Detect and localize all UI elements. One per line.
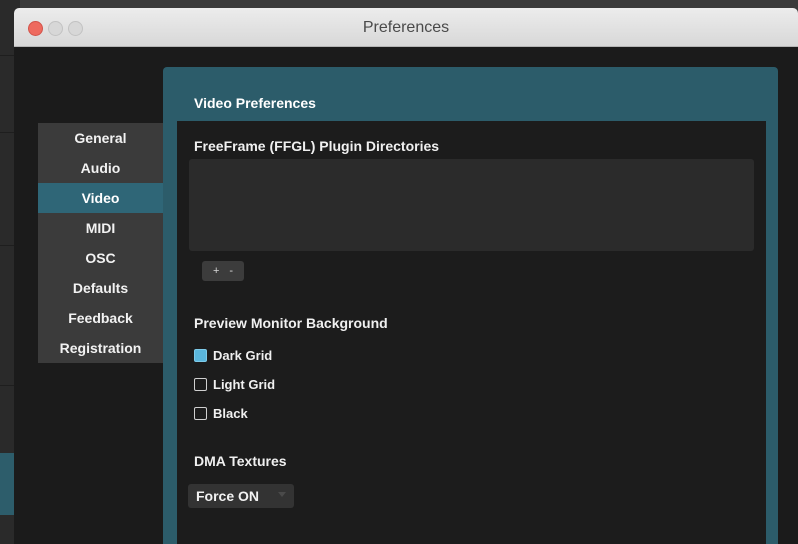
add-directory-button[interactable]: + [213, 265, 219, 277]
panel-title: Video Preferences [194, 95, 316, 111]
plugin-directories-list[interactable] [189, 159, 754, 251]
dark-grid-option[interactable]: Dark Grid [194, 346, 272, 364]
sidebar-item-registration[interactable]: Registration [38, 333, 163, 363]
black-label: Black [213, 405, 248, 421]
title-bar: Preferences [14, 8, 798, 47]
dark-grid-checkbox[interactable] [194, 348, 207, 362]
sidebar-item-general[interactable]: General [38, 123, 163, 153]
light-grid-label: Light Grid [213, 376, 276, 392]
video-preferences-panel: Video Preferences FreeFrame (FFGL) Plugi… [163, 67, 778, 544]
background-teal-block [0, 453, 14, 515]
light-grid-checkbox[interactable] [194, 377, 207, 391]
preview-background-label: Preview Monitor Background [194, 315, 388, 331]
preferences-window: Preferences General Audio Video MIDI OSC… [14, 8, 798, 544]
black-option[interactable]: Black [194, 404, 248, 422]
dma-textures-dropdown[interactable]: Force ON [188, 484, 294, 508]
dark-grid-label: Dark Grid [213, 347, 273, 363]
black-checkbox[interactable] [194, 406, 207, 420]
sidebar-item-feedback[interactable]: Feedback [38, 303, 163, 333]
window-title: Preferences [362, 19, 450, 36]
add-remove-control: + - [202, 261, 244, 281]
sidebar-item-midi[interactable]: MIDI [38, 213, 163, 243]
sidebar-item-audio[interactable]: Audio [38, 153, 163, 183]
sidebar-item-osc[interactable]: OSC [38, 243, 163, 273]
sidebar-item-defaults[interactable]: Defaults [38, 273, 163, 303]
chevron-down-icon [278, 492, 286, 497]
sidebar-item-video[interactable]: Video [38, 183, 163, 213]
dma-textures-value: Force ON [196, 488, 260, 504]
remove-directory-button[interactable]: - [229, 265, 233, 277]
dma-textures-label: DMA Textures [194, 453, 287, 469]
light-grid-option[interactable]: Light Grid [194, 375, 275, 393]
preferences-sidebar: General Audio Video MIDI OSC Defaults Fe… [38, 123, 163, 363]
panel-content: FreeFrame (FFGL) Plugin Directories + - … [177, 121, 766, 544]
plugin-directories-label: FreeFrame (FFGL) Plugin Directories [194, 138, 440, 154]
